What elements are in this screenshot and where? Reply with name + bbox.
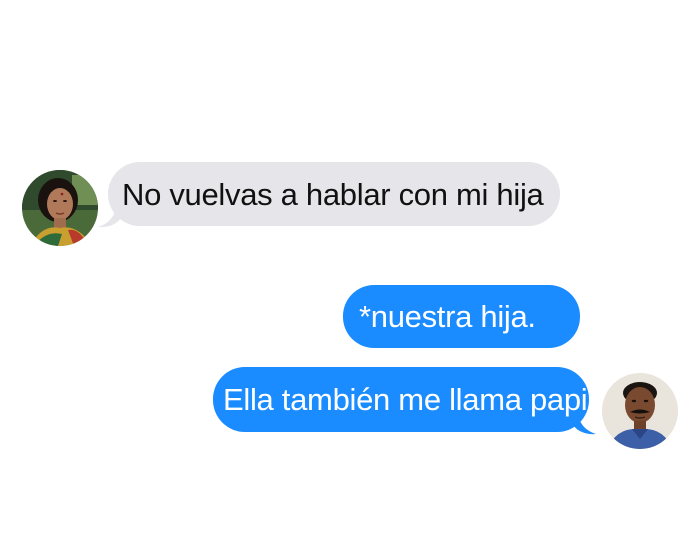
outgoing-message-text: *nuestra hija. xyxy=(359,299,536,334)
woman-avatar[interactable] xyxy=(22,170,98,246)
woman-avatar-image xyxy=(22,170,98,246)
incoming-message-bubble[interactable]: No vuelvas a hablar con mi hija xyxy=(108,162,560,226)
man-avatar[interactable] xyxy=(602,373,678,449)
outgoing-message-text: Ella también me llama papi xyxy=(223,382,588,417)
incoming-message-text: No vuelvas a hablar con mi hija xyxy=(122,176,544,212)
message-thread: No vuelvas a hablar con mi hija *nuestra… xyxy=(0,0,700,559)
man-avatar-image xyxy=(602,373,678,449)
outgoing-message-bubble[interactable]: *nuestra hija. xyxy=(343,285,580,348)
outgoing-message-bubble[interactable]: Ella también me llama papi xyxy=(213,367,589,432)
